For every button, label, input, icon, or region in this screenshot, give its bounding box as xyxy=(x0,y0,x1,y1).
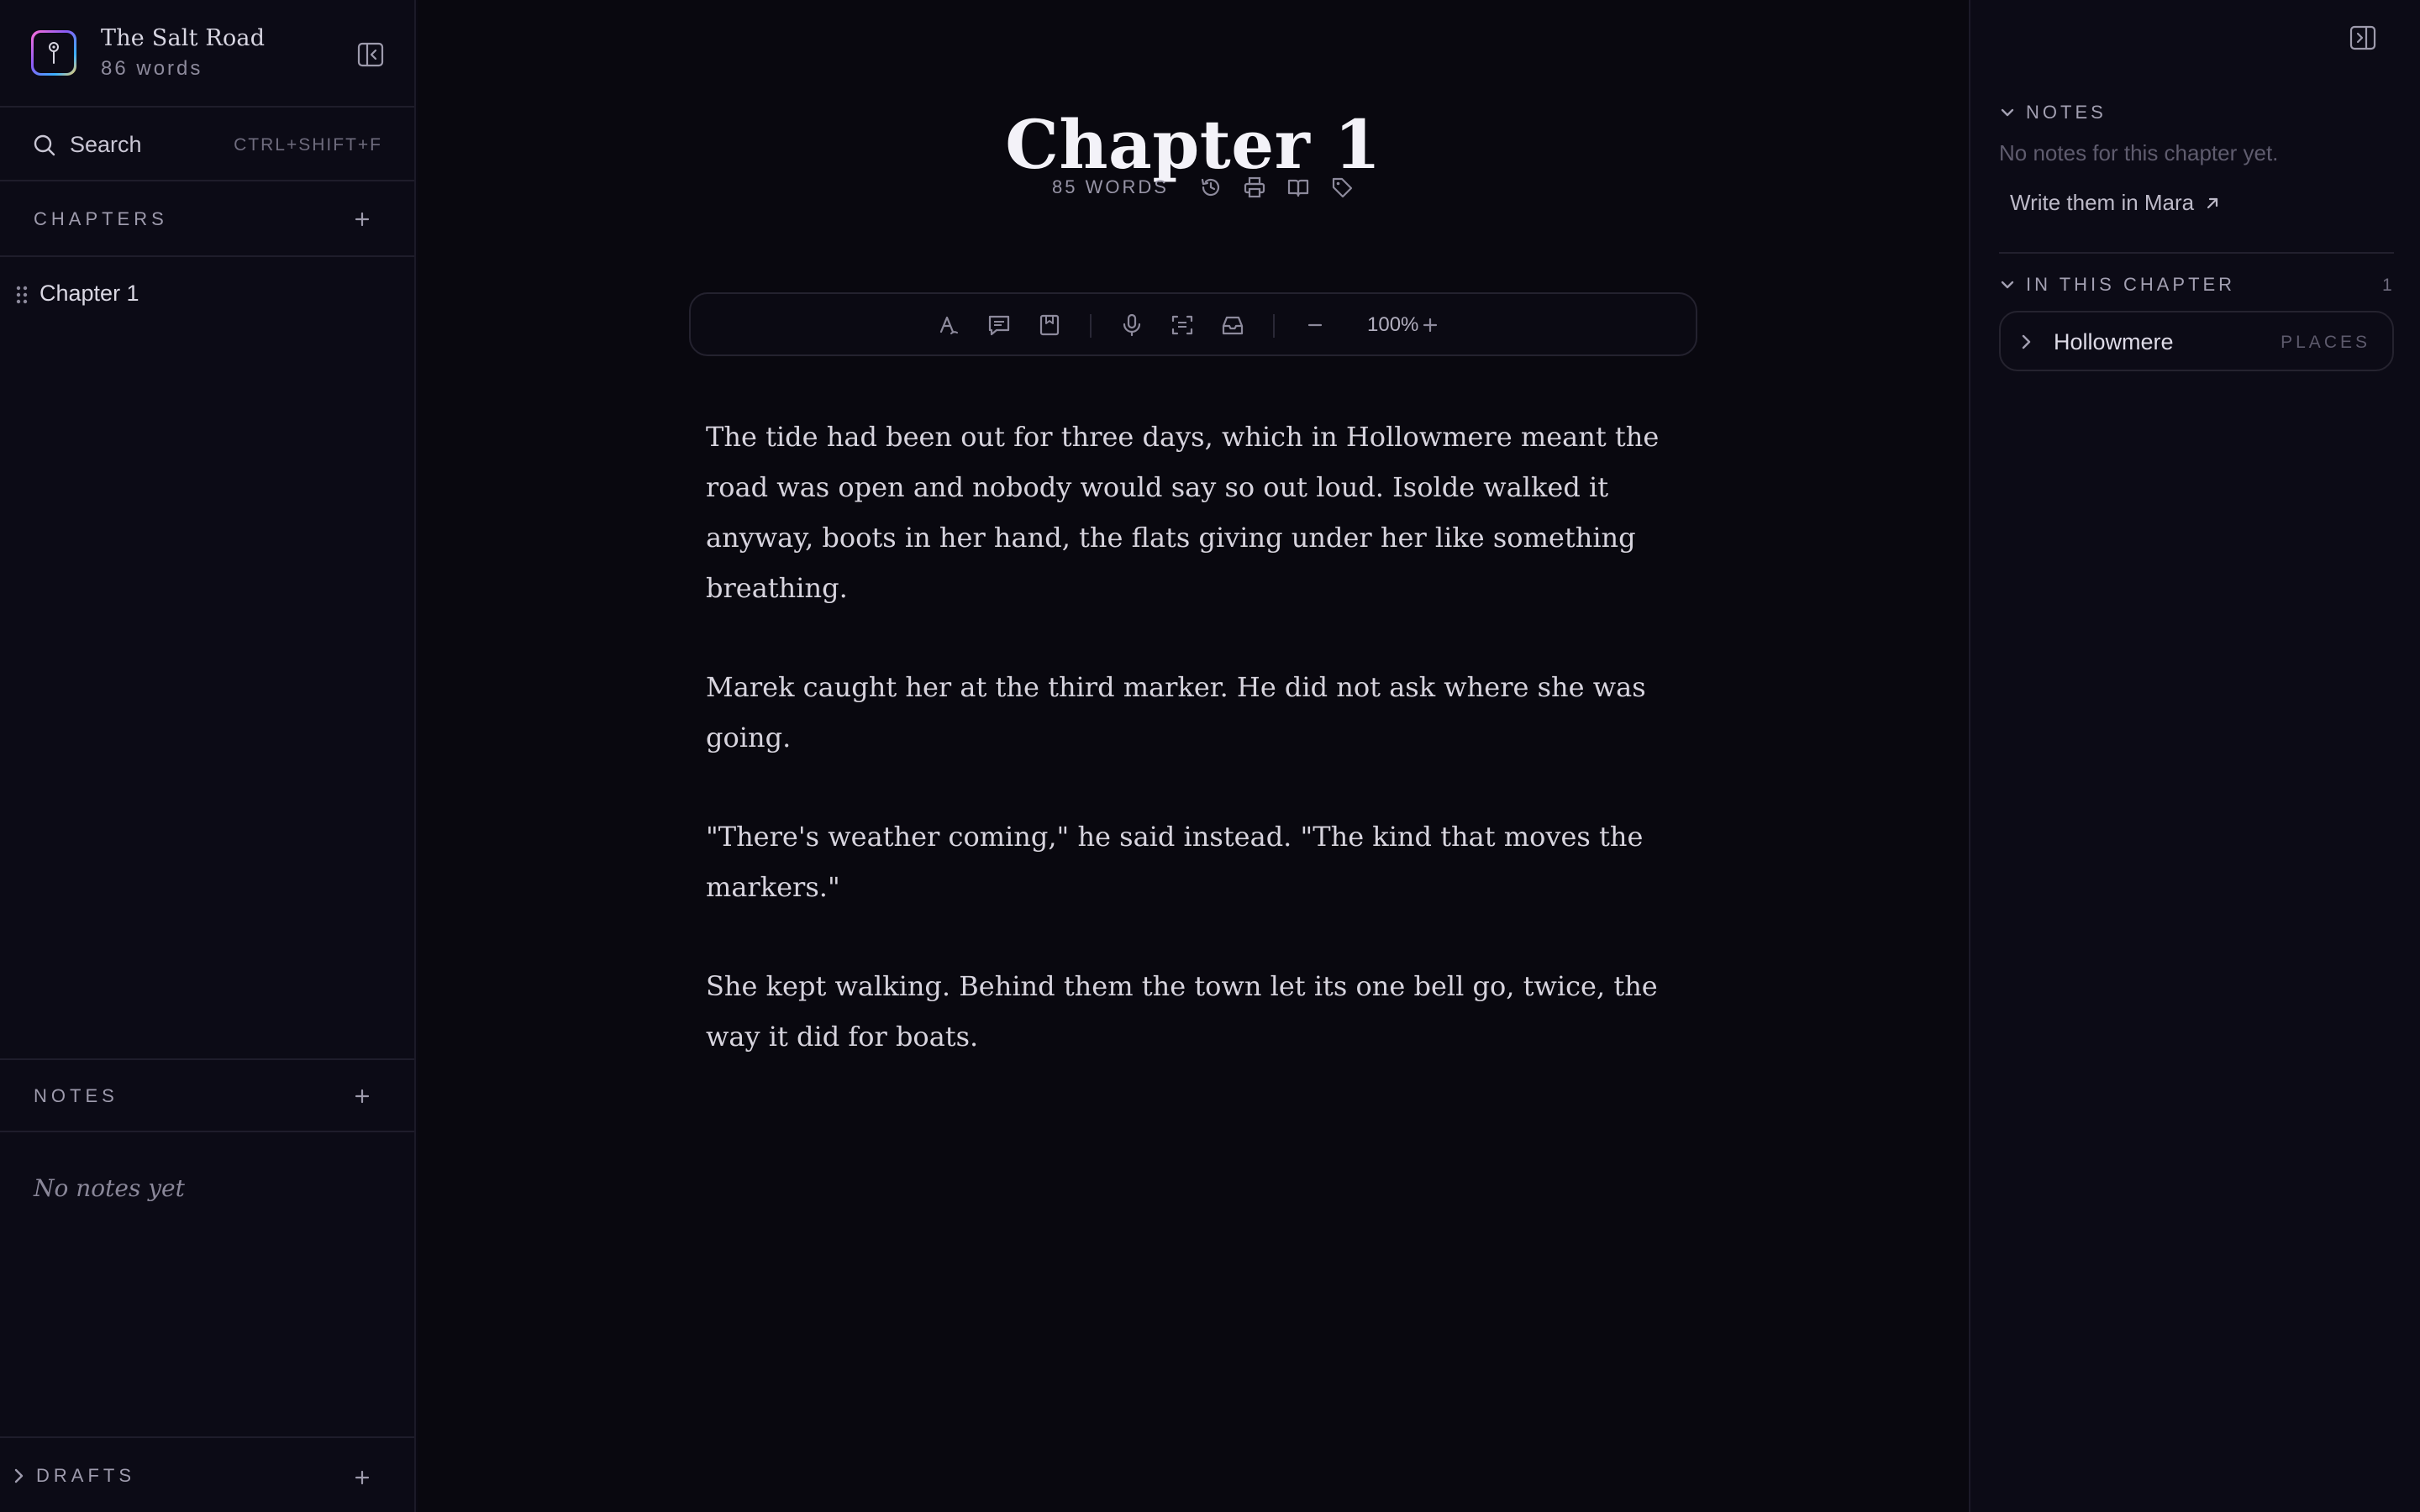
notes-panel-toggle[interactable]: NOTES xyxy=(1999,98,2107,127)
paragraph[interactable]: She kept walking. Behind them the town l… xyxy=(706,961,1681,1062)
collapse-right-panel-icon[interactable] xyxy=(2349,24,2377,52)
notes-label: NOTES xyxy=(34,1085,118,1106)
text-style-icon[interactable] xyxy=(935,312,962,339)
project-word-count: 86 words xyxy=(101,57,203,80)
editor-area: Chapter 1 85 WORDS 100% The tide had bee… xyxy=(418,0,1969,1512)
zoom-out-icon[interactable] xyxy=(1302,312,1328,339)
microphone-icon[interactable] xyxy=(1118,312,1145,339)
in-chapter-count: 1 xyxy=(2382,276,2392,295)
add-chapter-icon[interactable] xyxy=(351,208,373,230)
left-sidebar: The Salt Road 86 words Search CTRL+SHIFT… xyxy=(0,0,416,1512)
notes-empty-text: No notes yet xyxy=(34,1174,185,1202)
notes-section-header: NOTES xyxy=(0,1058,414,1132)
book-open-icon[interactable] xyxy=(1276,172,1320,202)
pen-nib-icon xyxy=(34,33,74,73)
chapters-section-header: CHAPTERS xyxy=(0,183,414,257)
chapter-notes-empty: No notes for this chapter yet. xyxy=(1999,140,2279,165)
project-header: The Salt Road 86 words xyxy=(0,0,414,108)
write-notes-link-label: Write them in Mara xyxy=(2010,190,2195,215)
history-icon[interactable] xyxy=(1189,172,1233,202)
app-logo[interactable] xyxy=(31,30,76,76)
collapse-sidebar-icon[interactable] xyxy=(356,40,385,69)
inbox-icon[interactable] xyxy=(1219,312,1246,339)
chevron-down-icon xyxy=(1999,276,2016,293)
tag-icon[interactable] xyxy=(1320,172,1364,202)
zoom-level: 100% xyxy=(1367,313,1419,336)
editor-toolbar: 100% xyxy=(689,292,1697,356)
search-label: Search xyxy=(70,132,142,157)
entity-name: Hollowmere xyxy=(2054,329,2174,354)
chapter-title[interactable]: Chapter 1 xyxy=(418,111,1969,178)
bookmark-icon[interactable] xyxy=(1036,312,1063,339)
sidebar-item-chapter-1[interactable]: Chapter 1 xyxy=(0,274,414,316)
add-note-icon[interactable] xyxy=(351,1085,373,1107)
paragraph[interactable]: The tide had been out for three days, wh… xyxy=(706,412,1681,613)
in-chapter-label: IN THIS CHAPTER xyxy=(2026,274,2236,295)
search-button[interactable]: Search CTRL+SHIFT+F xyxy=(0,109,414,181)
divider xyxy=(1999,252,2394,254)
chevron-right-icon xyxy=(10,1467,27,1485)
drafts-section-header[interactable]: DRAFTS xyxy=(0,1436,414,1512)
entity-type-badge: PLACES xyxy=(2281,333,2370,352)
chapter-meta: 85 WORDS xyxy=(1052,172,1364,202)
right-panel: NOTES No notes for this chapter yet. Wri… xyxy=(1969,0,2420,1512)
manuscript-text[interactable]: The tide had been out for three days, wh… xyxy=(706,412,1681,1110)
search-icon xyxy=(32,133,57,158)
add-draft-icon[interactable] xyxy=(351,1467,373,1488)
print-icon[interactable] xyxy=(1233,172,1276,202)
toolbar-separator xyxy=(1090,314,1092,338)
in-chapter-toggle[interactable]: IN THIS CHAPTER xyxy=(1999,270,2235,299)
project-title: The Salt Road xyxy=(101,25,266,51)
arrow-up-right-icon xyxy=(2204,195,2221,212)
comment-icon[interactable] xyxy=(986,312,1013,339)
focus-mode-icon[interactable] xyxy=(1169,312,1196,339)
drag-handle-icon[interactable] xyxy=(15,285,29,305)
chevron-down-icon xyxy=(1999,104,2016,121)
app-window: The Salt Road 86 words Search CTRL+SHIFT… xyxy=(0,0,2420,1512)
paragraph[interactable]: Marek caught her at the third marker. He… xyxy=(706,662,1681,763)
zoom-in-icon[interactable] xyxy=(1417,312,1444,339)
entity-item-hollowmere[interactable]: Hollowmere PLACES xyxy=(1999,311,2394,371)
search-shortcut: CTRL+SHIFT+F xyxy=(234,135,382,155)
chapter-word-count: 85 WORDS xyxy=(1052,176,1169,197)
chevron-right-icon xyxy=(2018,333,2034,351)
chapter-item-label: Chapter 1 xyxy=(39,281,139,306)
toolbar-separator xyxy=(1273,314,1275,338)
notes-panel-label: NOTES xyxy=(2026,102,2107,123)
write-notes-link[interactable]: Write them in Mara xyxy=(2010,190,2221,216)
drafts-label: DRAFTS xyxy=(36,1465,135,1486)
chapters-label: CHAPTERS xyxy=(34,208,168,229)
paragraph[interactable]: "There's weather coming," he said instea… xyxy=(706,811,1681,912)
